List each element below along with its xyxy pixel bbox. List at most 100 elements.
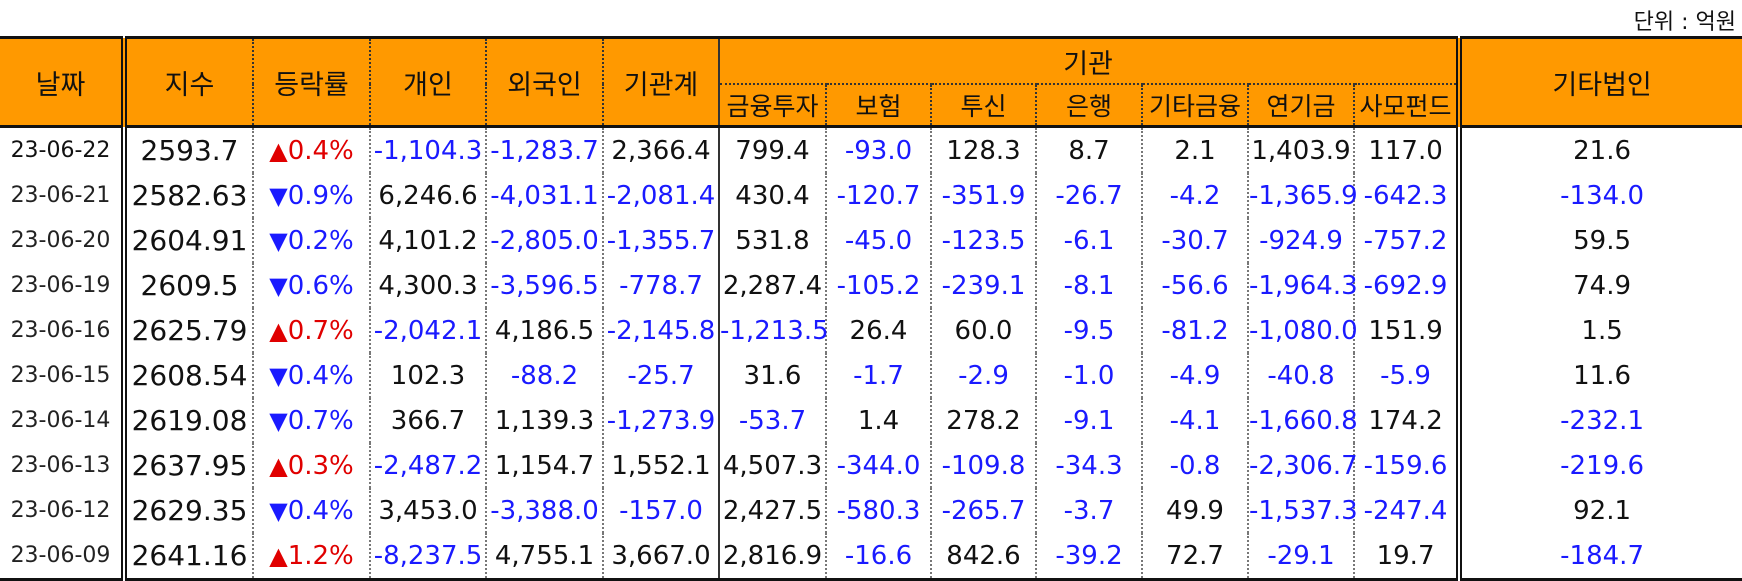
cell-bank: -9.5 [1035, 308, 1142, 353]
table-row: 23-06-14 2619.08 ▼0.7% 366.7 1,139.3 -1,273.9… [0, 398, 1742, 443]
cell-other-corp: -232.1 [1456, 398, 1742, 443]
cell-investment-trust: 842.6 [930, 533, 1036, 581]
cell-foreign: 4,755.1 [485, 533, 603, 581]
cell-private-fund: 174.2 [1352, 398, 1460, 443]
cell-insurance: -344.0 [825, 443, 931, 488]
cell-other-corp: 1.5 [1456, 308, 1742, 353]
cell-other-corp: 11.6 [1456, 353, 1742, 398]
cell-financial-investment: 31.6 [718, 353, 826, 398]
cell-index: 2582.63 [131, 179, 248, 212]
cell-other-corp: 74.9 [1456, 263, 1742, 308]
triangle-down-icon: ▼ [269, 406, 288, 435]
cell-other-financial: 72.7 [1141, 533, 1248, 581]
cell-pension: -1,365.9 [1247, 173, 1358, 218]
cell-individual: 102.3 [369, 353, 486, 398]
cell-change: ▼0.4% [252, 488, 370, 533]
cell-date: 23-06-09 [0, 533, 127, 581]
cell-foreign: 1,154.7 [485, 443, 603, 488]
cell-other-financial: 2.1 [1141, 126, 1248, 173]
cell-private-fund: -5.9 [1352, 353, 1460, 398]
cell-foreign: 1,139.3 [485, 398, 603, 443]
cell-institution-total: -2,145.8 [602, 308, 719, 353]
cell-date: 23-06-13 [0, 443, 127, 488]
cell-change: ▼0.4% [252, 353, 370, 398]
cell-insurance: -16.6 [825, 533, 931, 581]
header-change: 등락률 [252, 36, 370, 128]
cell-private-fund: 19.7 [1352, 533, 1460, 581]
cell-other-financial: -30.7 [1141, 218, 1248, 263]
header-financial-investment: 금융투자 [718, 83, 826, 128]
cell-other-corp: 92.1 [1456, 488, 1742, 533]
header-other-financial: 기타금융 [1141, 83, 1248, 128]
cell-foreign: -3,596.5 [485, 263, 603, 308]
triangle-down-icon: ▼ [269, 226, 288, 255]
cell-insurance: -120.7 [825, 173, 931, 218]
triangle-up-icon: ▲ [269, 136, 288, 165]
cell-other-financial: -4.1 [1141, 398, 1248, 443]
header-foreign: 외국인 [485, 36, 603, 128]
cell-institution-total: 2,366.4 [602, 126, 719, 173]
cell-individual: -2,487.2 [369, 443, 486, 488]
header-insurance: 보험 [825, 83, 931, 128]
cell-individual: 6,246.6 [369, 173, 486, 218]
table-row: 23-06-13 2637.95 ▲0.3% -2,487.2 1,154.7 1,552… [0, 443, 1742, 488]
cell-individual: 4,101.2 [369, 218, 486, 263]
cell-institution-total: -25.7 [602, 353, 719, 398]
cell-foreign: -2,805.0 [485, 218, 603, 263]
triangle-down-icon: ▼ [269, 181, 288, 210]
cell-financial-investment: 799.4 [718, 126, 826, 173]
cell-institution-total: -1,355.7 [602, 218, 719, 263]
cell-other-corp: 21.6 [1456, 126, 1742, 173]
cell-individual: -8,237.5 [369, 533, 486, 581]
table-row: 23-06-19 2609.5 ▼0.6% 4,300.3 -3,596.5 -778.7… [0, 263, 1742, 308]
triangle-down-icon: ▼ [269, 496, 288, 525]
change-value: 0.4% [287, 495, 354, 526]
cell-private-fund: -247.4 [1352, 488, 1460, 533]
cell-index: 2637.95 [131, 449, 248, 482]
cell-private-fund: 151.9 [1352, 308, 1460, 353]
cell-date: 23-06-19 [0, 263, 127, 308]
cell-foreign: -4,031.1 [485, 173, 603, 218]
cell-insurance: 26.4 [825, 308, 931, 353]
triangle-up-icon: ▲ [269, 316, 288, 345]
change-value: 0.2% [287, 225, 354, 256]
header-other-corp: 기타법인 [1456, 36, 1742, 128]
change-value: 0.9% [287, 180, 354, 211]
cell-insurance: -1.7 [825, 353, 931, 398]
cell-financial-investment: 2,287.4 [718, 263, 826, 308]
cell-date: 23-06-22 [0, 126, 127, 173]
cell-change: ▲0.3% [252, 443, 370, 488]
cell-financial-investment: 4,507.3 [718, 443, 826, 488]
cell-bank: -1.0 [1035, 353, 1142, 398]
header-individual: 개인 [369, 36, 486, 128]
cell-bank: -9.1 [1035, 398, 1142, 443]
change-value: 0.6% [287, 270, 354, 301]
cell-insurance: -93.0 [825, 126, 931, 173]
cell-financial-investment: 2,816.9 [718, 533, 826, 581]
cell-bank: -6.1 [1035, 218, 1142, 263]
cell-date: 23-06-21 [0, 173, 127, 218]
cell-investment-trust: 60.0 [930, 308, 1036, 353]
cell-pension: -1,080.0 [1247, 308, 1358, 353]
cell-investment-trust: -123.5 [930, 218, 1036, 263]
cell-private-fund: -757.2 [1352, 218, 1460, 263]
cell-pension: -29.1 [1247, 533, 1354, 581]
cell-investment-trust: -239.1 [930, 263, 1036, 308]
cell-foreign: 4,186.5 [485, 308, 603, 353]
cell-insurance: -105.2 [825, 263, 931, 308]
change-value: 0.7% [287, 405, 354, 436]
cell-index: 2609.5 [140, 269, 239, 302]
cell-index: 2625.79 [131, 314, 248, 347]
cell-other-financial: -4.2 [1141, 173, 1248, 218]
cell-investment-trust: 278.2 [930, 398, 1036, 443]
cell-institution-total: -157.0 [602, 488, 719, 533]
cell-other-financial: -0.8 [1141, 443, 1248, 488]
cell-insurance: -580.3 [825, 488, 931, 533]
cell-bank: 8.7 [1035, 126, 1142, 173]
cell-change: ▼0.7% [252, 398, 370, 443]
cell-pension: -40.8 [1247, 353, 1354, 398]
cell-individual: -1,104.3 [369, 126, 486, 173]
cell-other-financial: -81.2 [1141, 308, 1248, 353]
cell-pension: 1,403.9 [1247, 126, 1354, 173]
table-body: 23-06-22 2593.7 ▲0.4% -1,104.3 -1,283.7 2,366… [0, 126, 1742, 581]
